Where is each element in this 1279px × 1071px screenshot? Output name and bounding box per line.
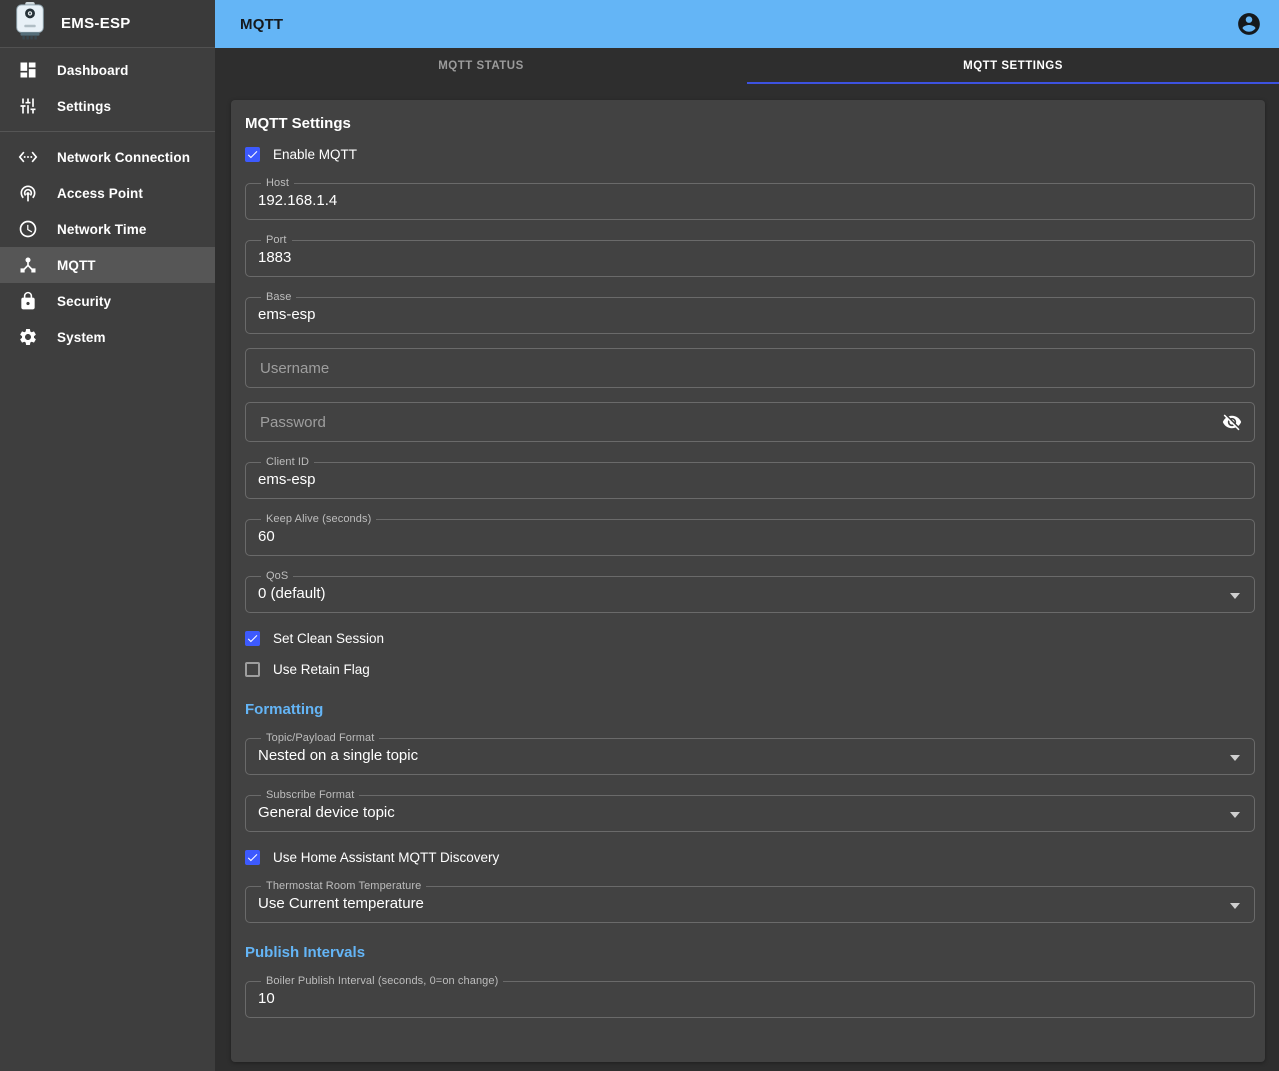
qos-select[interactable]: QoS 0 (default): [245, 570, 1255, 613]
tab-indicator: [747, 82, 1279, 84]
sidebar-item-mqtt[interactable]: MQTT: [0, 247, 215, 283]
keep-alive-field[interactable]: Keep Alive (seconds) 60: [245, 513, 1255, 556]
dropdown-caret-icon: [1230, 593, 1240, 599]
app-logo-icon: [13, 2, 47, 45]
sidebar-item-security[interactable]: Security: [0, 283, 215, 319]
sidebar-item-access-point[interactable]: Access Point: [0, 175, 215, 211]
port-field[interactable]: Port 1883: [245, 234, 1255, 277]
dropdown-caret-icon: [1230, 903, 1240, 909]
checkbox-checked-icon: [245, 850, 260, 865]
lock-icon: [18, 291, 38, 311]
sidebar-item-network-time[interactable]: Network Time: [0, 211, 215, 247]
thermostat-room-temperature-select[interactable]: Thermostat Room Temperature Use Current …: [245, 880, 1255, 923]
sidebar-item-system[interactable]: System: [0, 319, 215, 355]
sidebar-nav: Dashboard Settings Network Connection Ac…: [0, 48, 215, 355]
boiler-publish-interval-field[interactable]: Boiler Publish Interval (seconds, 0=on c…: [245, 975, 1255, 1018]
clock-icon: [18, 219, 38, 239]
checkbox-unchecked-icon: [245, 662, 260, 677]
account-circle-icon: [1236, 11, 1262, 37]
base-field[interactable]: Base ems-esp: [245, 291, 1255, 334]
sidebar-header: EMS-ESP: [0, 0, 215, 48]
gear-icon: [18, 327, 38, 347]
password-field[interactable]: Password: [245, 402, 1255, 442]
card-heading: MQTT Settings: [245, 114, 1255, 134]
sidebar-item-network-connection[interactable]: Network Connection: [0, 139, 215, 175]
sidebar: EMS-ESP Dashboard Settings Network Conne…: [0, 0, 215, 1071]
app-title: EMS-ESP: [61, 15, 131, 32]
content-area: MQTT Settings Enable MQTT Host 192.168.1…: [215, 84, 1279, 1071]
use-retain-flag-checkbox[interactable]: Use Retain Flag: [245, 658, 1255, 680]
main-column: MQTT MQTT STATUS MQTT SETTINGS MQTT Sett…: [215, 0, 1279, 1071]
sidebar-divider: [0, 131, 215, 132]
settings-ethernet-icon: [18, 147, 38, 167]
dropdown-caret-icon: [1230, 812, 1240, 818]
publish-intervals-section-heading: Publish Intervals: [245, 943, 1255, 963]
checkbox-checked-icon: [245, 631, 260, 646]
page-title: MQTT: [240, 16, 1235, 33]
username-field[interactable]: Username: [245, 348, 1255, 388]
tabbar: MQTT STATUS MQTT SETTINGS: [215, 48, 1279, 84]
toggle-password-visibility-button[interactable]: [1219, 409, 1245, 435]
sidebar-item-settings[interactable]: Settings: [0, 88, 215, 124]
checkbox-checked-icon: [245, 147, 260, 162]
set-clean-session-checkbox[interactable]: Set Clean Session: [245, 627, 1255, 649]
appbar: MQTT: [215, 0, 1279, 48]
subscribe-format-select[interactable]: Subscribe Format General device topic: [245, 789, 1255, 832]
tune-icon: [18, 96, 38, 116]
account-button[interactable]: [1235, 10, 1263, 38]
formatting-section-heading: Formatting: [245, 700, 1255, 720]
dashboard-icon: [18, 60, 38, 80]
device-hub-icon: [18, 255, 38, 275]
tab-mqtt-settings[interactable]: MQTT SETTINGS: [747, 48, 1279, 84]
settings-card: MQTT Settings Enable MQTT Host 192.168.1…: [231, 100, 1265, 1062]
client-id-field[interactable]: Client ID ems-esp: [245, 456, 1255, 499]
enable-mqtt-checkbox[interactable]: Enable MQTT: [245, 143, 1255, 165]
tab-mqtt-status[interactable]: MQTT STATUS: [215, 48, 747, 84]
topic-payload-format-select[interactable]: Topic/Payload Format Nested on a single …: [245, 732, 1255, 775]
dropdown-caret-icon: [1230, 755, 1240, 761]
host-field[interactable]: Host 192.168.1.4: [245, 177, 1255, 220]
sidebar-item-dashboard[interactable]: Dashboard: [0, 52, 215, 88]
visibility-off-icon: [1222, 412, 1242, 432]
wifi-tethering-icon: [18, 183, 38, 203]
ha-mqtt-discovery-checkbox[interactable]: Use Home Assistant MQTT Discovery: [245, 846, 1255, 868]
